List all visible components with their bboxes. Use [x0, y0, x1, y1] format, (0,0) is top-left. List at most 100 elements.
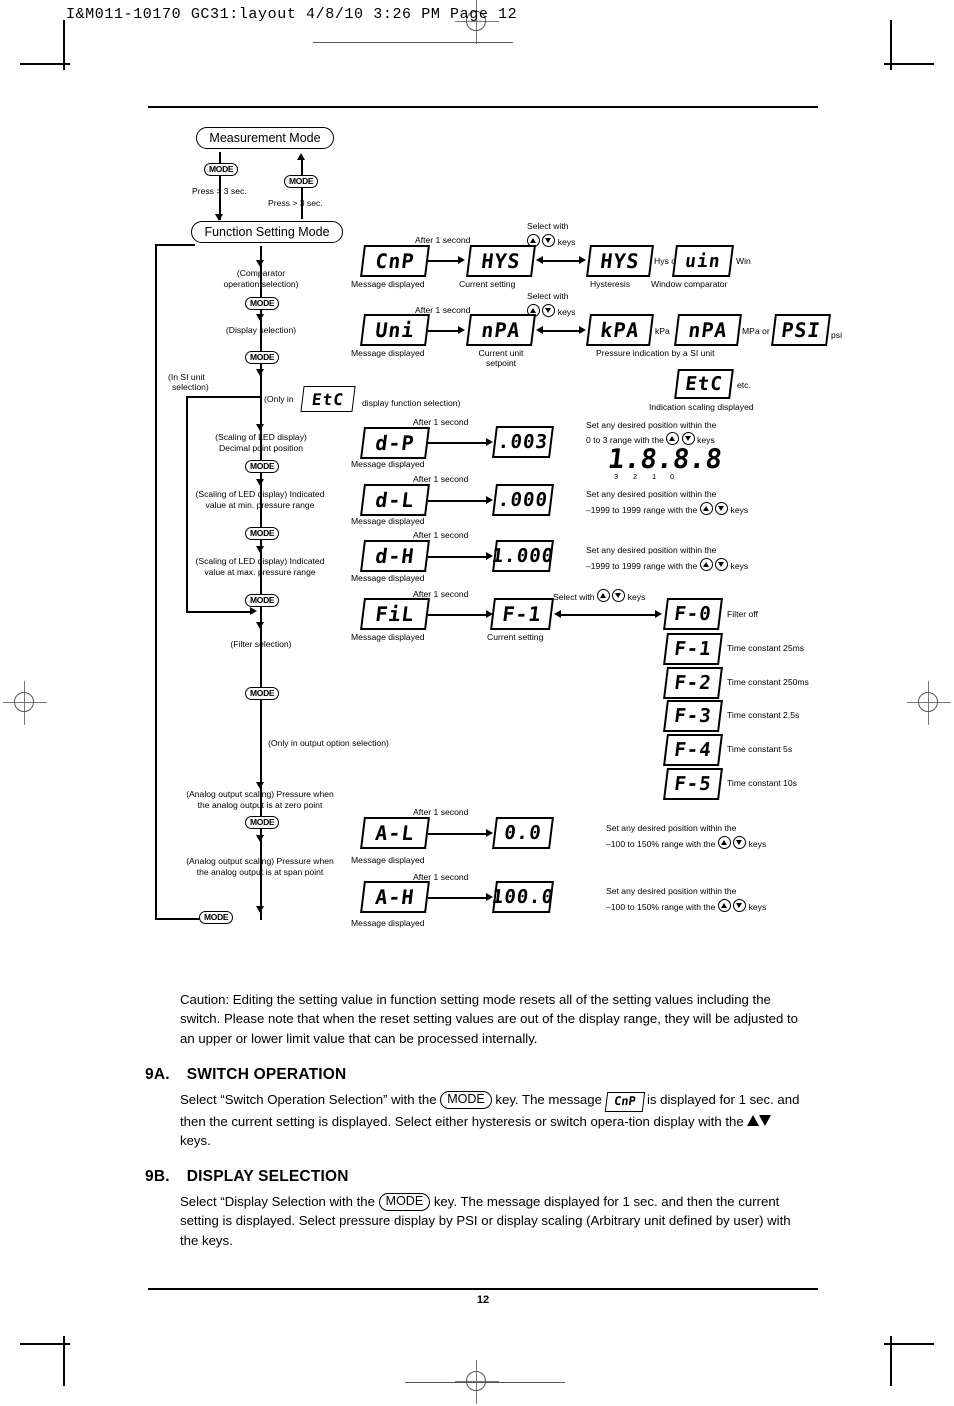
up-key-icon-row8[interactable] [717, 899, 731, 912]
down-key-icon-row7[interactable] [733, 836, 747, 849]
section-9a-title: SWITCH OPERATION [186, 1066, 347, 1083]
led-psi-option: PSI [771, 314, 831, 346]
down-arrow-icon-9a[interactable] [759, 1114, 772, 1126]
arrow-line-row5 [428, 556, 488, 558]
dp-position-label-1: 1 [652, 472, 657, 481]
message-displayed-row7: Message displayed [351, 855, 425, 865]
arrow-head-row4 [486, 496, 493, 504]
dp-position-label-3: 3 [614, 472, 619, 481]
mode-key-step-4[interactable]: MODE [245, 527, 280, 540]
led-dp-value: .003 [492, 426, 554, 458]
led-hys-current-text: HYS [479, 249, 523, 273]
decimal-point-figure: 1.8.8.8 [606, 444, 724, 475]
section-9b-mode-key[interactable]: MODE [378, 1193, 431, 1211]
flow-arrow-down-to-func [215, 214, 223, 221]
mode-key-step-5[interactable]: MODE [245, 594, 280, 607]
filter-option-2-label: Time constant 250ms [727, 677, 809, 687]
led-hys-option-text: HYS [598, 249, 642, 273]
after-1-second-row3: After 1 second [413, 417, 469, 427]
mode-key-down[interactable]: MODE [204, 163, 239, 176]
filter-option-0-label: Filter off [727, 609, 758, 619]
down-key-icon-row2[interactable] [542, 304, 556, 317]
step-label-analog-zero-l1: (Analog output scaling) Pressure when [186, 789, 334, 799]
led-f1-current: F-1 [490, 598, 554, 630]
section-9a-text-4: keys. [180, 1133, 211, 1149]
led-filter-option-0: F-0 [663, 598, 723, 630]
al-note-l1: Set any desired position within the [606, 823, 737, 833]
flow-arrow-step-5 [256, 546, 264, 553]
up-key-icon-row5[interactable] [699, 558, 713, 571]
led-win-option: uin [672, 245, 734, 277]
arrow-line-row7 [428, 833, 488, 835]
section-9a-heading: 9A. SWITCH OPERATION [145, 1066, 346, 1084]
up-key-icon-row4[interactable] [699, 502, 713, 515]
section-9a-text-2: key. The message [495, 1092, 602, 1107]
si-bypass-top [186, 396, 261, 398]
press-note-1: Press > 3 sec. [192, 186, 247, 196]
si-unit-note-l1: (In SI unit [168, 372, 205, 382]
led-filter-option-5-text: F-5 [672, 773, 714, 795]
mode-key-up[interactable]: MODE [284, 175, 319, 188]
down-key-icon-row5[interactable] [715, 558, 729, 571]
led-kpa-option: kPA [586, 314, 654, 346]
led-dp-value-text: .003 [496, 431, 550, 453]
keys-label-row6: keys [627, 592, 646, 602]
up-key-icon-row1[interactable] [527, 234, 540, 247]
arrow-head-row1 [458, 256, 465, 264]
ah-note-l2-pre: –100 to 150% range with the [606, 902, 716, 912]
led-ah-value-text: 100.0 [490, 886, 556, 908]
dp-position-label-2: 2 [633, 472, 638, 481]
down-key-icon-row4[interactable] [715, 502, 729, 515]
led-filter-option-1-text: F-1 [672, 638, 714, 660]
step-label-filter: (Filter selection) [230, 639, 292, 649]
led-f1-current-text: F-1 [500, 602, 544, 626]
arrow-head-row3 [486, 438, 493, 446]
section-9a-mode-key[interactable]: MODE [440, 1091, 492, 1109]
filter-option-3-label: Time constant 2.5s [727, 710, 800, 720]
section-9b-number: 9B. [145, 1168, 170, 1185]
window-comparator-label: Window comparator [651, 279, 728, 289]
flow-arrow-step-6 [256, 622, 264, 629]
up-key-icon-row6[interactable] [596, 589, 610, 602]
mode-key-step-3[interactable]: MODE [245, 460, 280, 473]
current-unit-setpoint-l1: Current unit [478, 348, 524, 358]
kpa-suffix: kPa [655, 326, 670, 336]
mode-key-step-6[interactable]: MODE [245, 687, 280, 700]
flow-arrow-up-to-meas [297, 153, 305, 160]
flow-arrow-comparator [256, 260, 264, 267]
section-9a-body: Select “Switch Operation Selection” with… [180, 1090, 807, 1150]
led-dh-value-text: 1.000 [490, 545, 556, 567]
led-filter-option-3: F-3 [663, 700, 723, 732]
registration-mark-right [907, 681, 951, 725]
only-in-suffix: display function selection) [362, 398, 461, 408]
led-ah-text: A-H [373, 885, 417, 909]
led-kpa-option-text: kPA [598, 318, 642, 342]
up-arrow-icon-9a[interactable] [747, 1114, 760, 1126]
section-9a-text-1: Select “Switch Operation Selection” with… [180, 1092, 437, 1107]
down-key-icon-row1[interactable] [542, 234, 556, 247]
crop-mark-bottom-right-h [884, 1343, 934, 1345]
up-key-icon-row7[interactable] [717, 836, 731, 849]
led-dl: d-L [360, 484, 430, 516]
print-header: I&M011-10170 GC31:layout 4/8/10 3:26 PM … [66, 6, 518, 23]
led-win-option-text: uin [683, 250, 723, 272]
led-filter-option-2: F-2 [663, 667, 723, 699]
down-key-icon-row6[interactable] [612, 589, 626, 602]
down-key-icon-row8[interactable] [733, 899, 747, 912]
dp-note-l1: Set any desired position within the [586, 420, 717, 430]
mode-key-step-2[interactable]: MODE [245, 351, 280, 364]
section-9b-heading: 9B. DISPLAY SELECTION [145, 1168, 349, 1186]
led-mpa-option: nPA [674, 314, 742, 346]
message-displayed-row5: Message displayed [351, 573, 425, 583]
led-dl-text: d-L [373, 488, 417, 512]
led-al-text: A-L [373, 821, 417, 845]
dh-note-l1: Set any desired position within the [586, 545, 717, 555]
mode-key-step-8[interactable]: MODE [199, 911, 234, 924]
mode-key-step-7[interactable]: MODE [245, 816, 280, 829]
flow-arrow-step-4 [256, 479, 264, 486]
mode-key-step-1[interactable]: MODE [245, 297, 280, 310]
section-9b-text-1: Select “Display Selection with the [180, 1194, 375, 1209]
message-displayed-row6: Message displayed [351, 632, 425, 642]
etc-suffix: etc. [737, 380, 751, 390]
keys-label-row1: keys [557, 237, 576, 247]
